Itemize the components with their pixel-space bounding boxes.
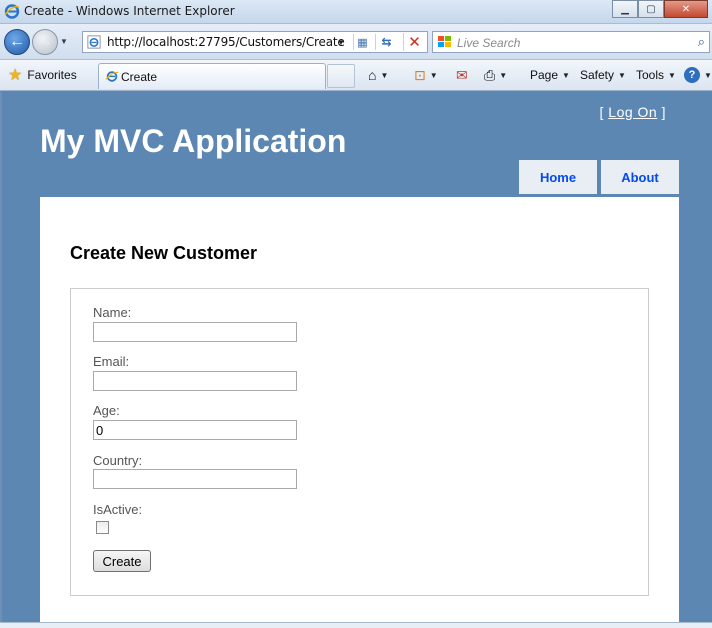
page-ie-icon	[87, 35, 101, 49]
page-heading: Create New Customer	[70, 243, 258, 263]
logon-area: [ Log On ]	[600, 104, 667, 120]
favorites-label: Favorites	[27, 68, 77, 82]
main-menu: Home About	[519, 160, 679, 194]
home-dropdown-icon: ▼	[380, 70, 389, 80]
search-box[interactable]: Live Search ⌕	[432, 31, 710, 53]
page-menu[interactable]: Page ▼	[530, 65, 570, 85]
tools-dropdown-icon: ▼	[668, 70, 676, 80]
back-arrow-icon: ←	[9, 33, 25, 50]
safety-dropdown-icon: ▼	[618, 70, 626, 80]
close-window-button[interactable]: ✕	[664, 0, 708, 18]
tools-menu[interactable]: Tools ▼	[636, 65, 676, 85]
print-icon: ⎙	[484, 66, 496, 83]
search-icon[interactable]: ⌕	[698, 34, 705, 50]
tab-ie-icon	[105, 71, 119, 82]
email-input[interactable]	[93, 371, 297, 391]
menu-about-link[interactable]: About	[601, 160, 679, 194]
country-input[interactable]	[93, 469, 297, 489]
address-toolbar: ← → ▼ http://localhost:27795/Customers/C…	[0, 24, 712, 60]
customer-fieldset: Name: Email: Age: Country: IsActive: Cre…	[70, 288, 649, 596]
help-icon: ?	[684, 67, 700, 83]
stop-icon[interactable]: ✕	[403, 33, 425, 51]
isactive-checkbox[interactable]	[96, 521, 109, 534]
window-controls: ▁ ▢ ✕	[612, 0, 708, 18]
name-label: Name:	[93, 305, 132, 320]
tab-create[interactable]: Create	[98, 63, 326, 89]
compatibility-view-icon[interactable]: ▦	[353, 34, 371, 50]
logon-bracket-close: ]	[661, 104, 666, 120]
status-bar	[0, 622, 712, 628]
forward-button[interactable]: →	[32, 29, 58, 55]
new-tab-button[interactable]	[327, 64, 355, 88]
favorites-star-icon: ★	[8, 67, 23, 84]
email-label: Email:	[93, 354, 130, 369]
address-bar[interactable]: http://localhost:27795/Customers/Create …	[82, 31, 428, 53]
back-button[interactable]: ←	[4, 29, 30, 55]
feeds-button[interactable]: ⊡ ▼	[414, 65, 438, 85]
log-on-link[interactable]: Log On	[608, 104, 657, 120]
create-button[interactable]: Create	[93, 550, 151, 572]
mail-icon: ✉	[456, 66, 468, 83]
rss-feed-icon: ⊡	[414, 66, 426, 83]
favorites-button[interactable]: ★ Favorites	[4, 64, 83, 86]
tab-label: Create	[121, 70, 158, 84]
print-dropdown-icon: ▼	[499, 70, 508, 80]
forward-arrow-icon: →	[37, 33, 53, 50]
window-title: Create - Windows Internet Explorer	[24, 4, 235, 18]
page-dropdown-icon: ▼	[562, 70, 570, 80]
menu-home-link[interactable]: Home	[519, 160, 597, 194]
print-button[interactable]: ⎙ ▼	[484, 65, 507, 85]
maximize-icon: ▢	[646, 3, 656, 15]
recent-pages-dropdown-icon[interactable]: ▼	[60, 37, 68, 46]
web-page: [ Log On ] My MVC Application Home About…	[0, 92, 712, 628]
safety-menu-label: Safety	[580, 68, 615, 82]
age-label: Age:	[93, 403, 120, 418]
address-dropdown-icon[interactable]: ▼	[337, 38, 345, 47]
minimize-icon: ▁	[621, 3, 629, 15]
main-content: Create New Customer Name: Email: Age: Co…	[40, 197, 679, 628]
maximize-button[interactable]: ▢	[638, 0, 664, 18]
command-bar: ★ Favorites Create ⌂ ▼ ⊡ ▼ ✉ ⎙ ▼ Page ▼ Safe…	[0, 60, 712, 91]
window-titlebar: Create - Windows Internet Explorer ▁ ▢ ✕	[0, 0, 712, 24]
help-menu[interactable]: ? ▼	[684, 65, 712, 85]
help-dropdown-icon: ▼	[704, 70, 712, 80]
home-icon: ⌂	[368, 67, 377, 83]
search-placeholder: Live Search	[457, 36, 521, 50]
refresh-icon[interactable]: ⇆	[375, 34, 397, 50]
internet-explorer-icon	[4, 4, 20, 19]
minimize-button[interactable]: ▁	[612, 0, 638, 18]
tools-menu-label: Tools	[636, 68, 665, 82]
age-input[interactable]	[93, 420, 297, 440]
feeds-dropdown-icon: ▼	[429, 70, 438, 80]
live-search-icon	[438, 36, 451, 47]
page-menu-label: Page	[530, 68, 559, 82]
home-button[interactable]: ⌂ ▼	[368, 65, 388, 85]
isactive-label: IsActive:	[93, 502, 143, 517]
name-input[interactable]	[93, 322, 297, 342]
close-icon: ✕	[681, 3, 691, 15]
address-url[interactable]: http://localhost:27795/Customers/Create	[107, 35, 345, 49]
country-label: Country:	[93, 453, 143, 468]
site-title: My MVC Application	[40, 123, 347, 159]
safety-menu[interactable]: Safety ▼	[580, 65, 626, 85]
logon-bracket-open: [	[599, 104, 604, 120]
read-mail-button[interactable]: ✉	[456, 65, 468, 85]
